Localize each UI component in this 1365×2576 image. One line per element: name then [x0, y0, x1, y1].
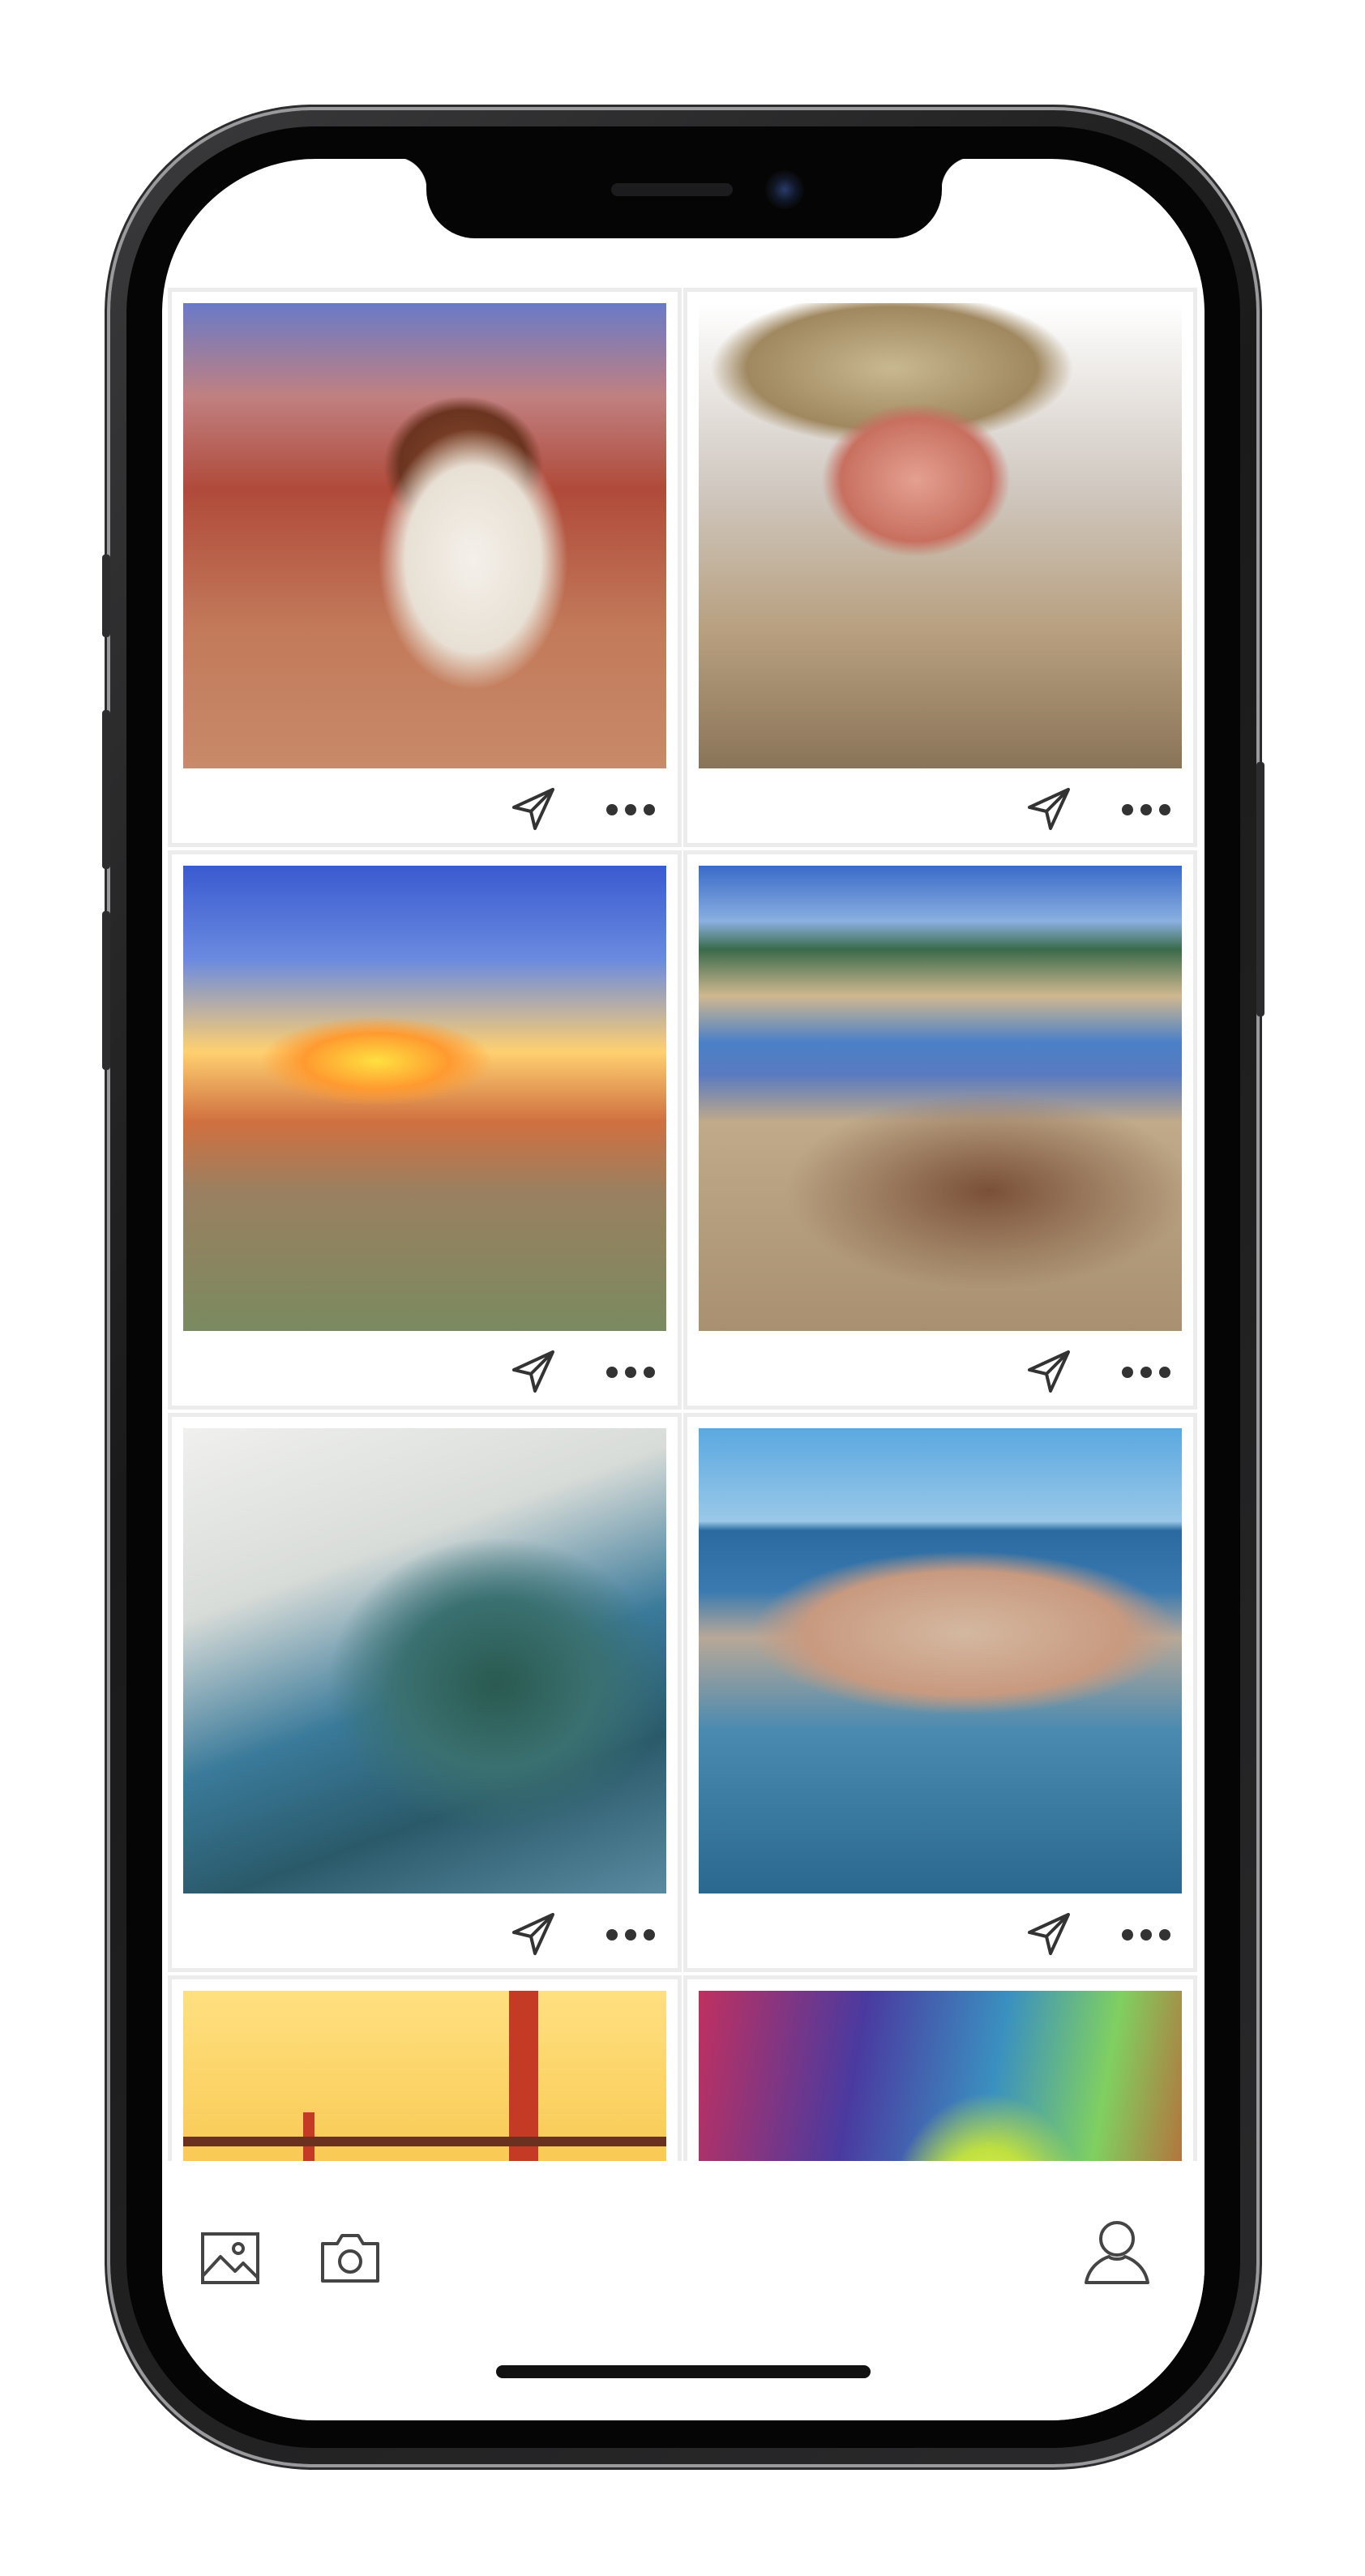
artwork-image-coastal-walled-city[interactable] [699, 1428, 1182, 1893]
send-button[interactable] [509, 785, 558, 833]
more-options-button[interactable] [605, 1355, 657, 1388]
feed-card [172, 1417, 678, 1968]
feed-card [687, 292, 1193, 843]
bridge-deck [183, 2137, 666, 2146]
phone-notch [394, 159, 974, 238]
earpiece-speaker [611, 183, 733, 196]
more-options-button[interactable] [1120, 1355, 1172, 1388]
paper-plane-icon [1028, 1350, 1070, 1393]
card-actions [687, 1893, 1193, 1968]
send-button[interactable] [1025, 1910, 1073, 1958]
artwork-feed[interactable] [162, 159, 1205, 2161]
card-actions [687, 768, 1193, 843]
send-button[interactable] [509, 1347, 558, 1396]
gallery-button[interactable] [199, 2231, 261, 2287]
paper-plane-icon [1028, 788, 1070, 830]
feed-card [172, 854, 678, 1406]
artwork-image-dog[interactable] [183, 303, 666, 768]
artwork-image-golden-gate-bridge[interactable] [183, 1991, 666, 2161]
paper-plane-icon [512, 1913, 554, 1955]
send-button[interactable] [1025, 785, 1073, 833]
feed-card [172, 1979, 678, 2161]
app-screen [162, 159, 1205, 2420]
more-options-button[interactable] [605, 793, 657, 825]
power-button [1256, 762, 1264, 1016]
feed-card [172, 292, 678, 843]
home-indicator[interactable] [496, 2365, 871, 2378]
card-actions [687, 1331, 1193, 1406]
artwork-image-aurora-sky[interactable] [699, 1991, 1182, 2161]
profile-button[interactable] [1083, 2218, 1151, 2286]
artwork-image-desert-saguaro-sunset[interactable] [183, 866, 666, 1331]
paper-plane-icon [512, 1350, 554, 1393]
feed-card [687, 854, 1193, 1406]
feed-card [687, 1417, 1193, 1968]
paper-plane-icon [1028, 1913, 1070, 1955]
send-button[interactable] [1025, 1347, 1073, 1396]
feed-card [687, 1979, 1193, 2161]
artwork-image-bison-herd-river[interactable] [699, 866, 1182, 1331]
front-camera [765, 170, 804, 209]
more-options-button[interactable] [1120, 793, 1172, 825]
volume-up-button [102, 710, 110, 869]
card-actions [172, 1893, 678, 1968]
more-options-button[interactable] [1120, 1918, 1172, 1950]
bridge-tower [509, 1991, 538, 2161]
artwork-image-boy-cowboy-hat[interactable] [699, 303, 1182, 768]
gallery-icon [201, 2232, 259, 2284]
more-options-button[interactable] [605, 1918, 657, 1950]
bottom-tab-bar [162, 2161, 1205, 2420]
camera-button[interactable] [318, 2229, 383, 2287]
camera-icon [321, 2234, 379, 2283]
mute-switch [102, 554, 110, 637]
profile-icon [1085, 2221, 1149, 2284]
paper-plane-icon [512, 788, 554, 830]
card-actions [172, 1331, 678, 1406]
artwork-image-ocean-wave-surfer[interactable] [183, 1428, 666, 1893]
card-actions [172, 768, 678, 843]
send-button[interactable] [509, 1910, 558, 1958]
volume-down-button [102, 911, 110, 1070]
